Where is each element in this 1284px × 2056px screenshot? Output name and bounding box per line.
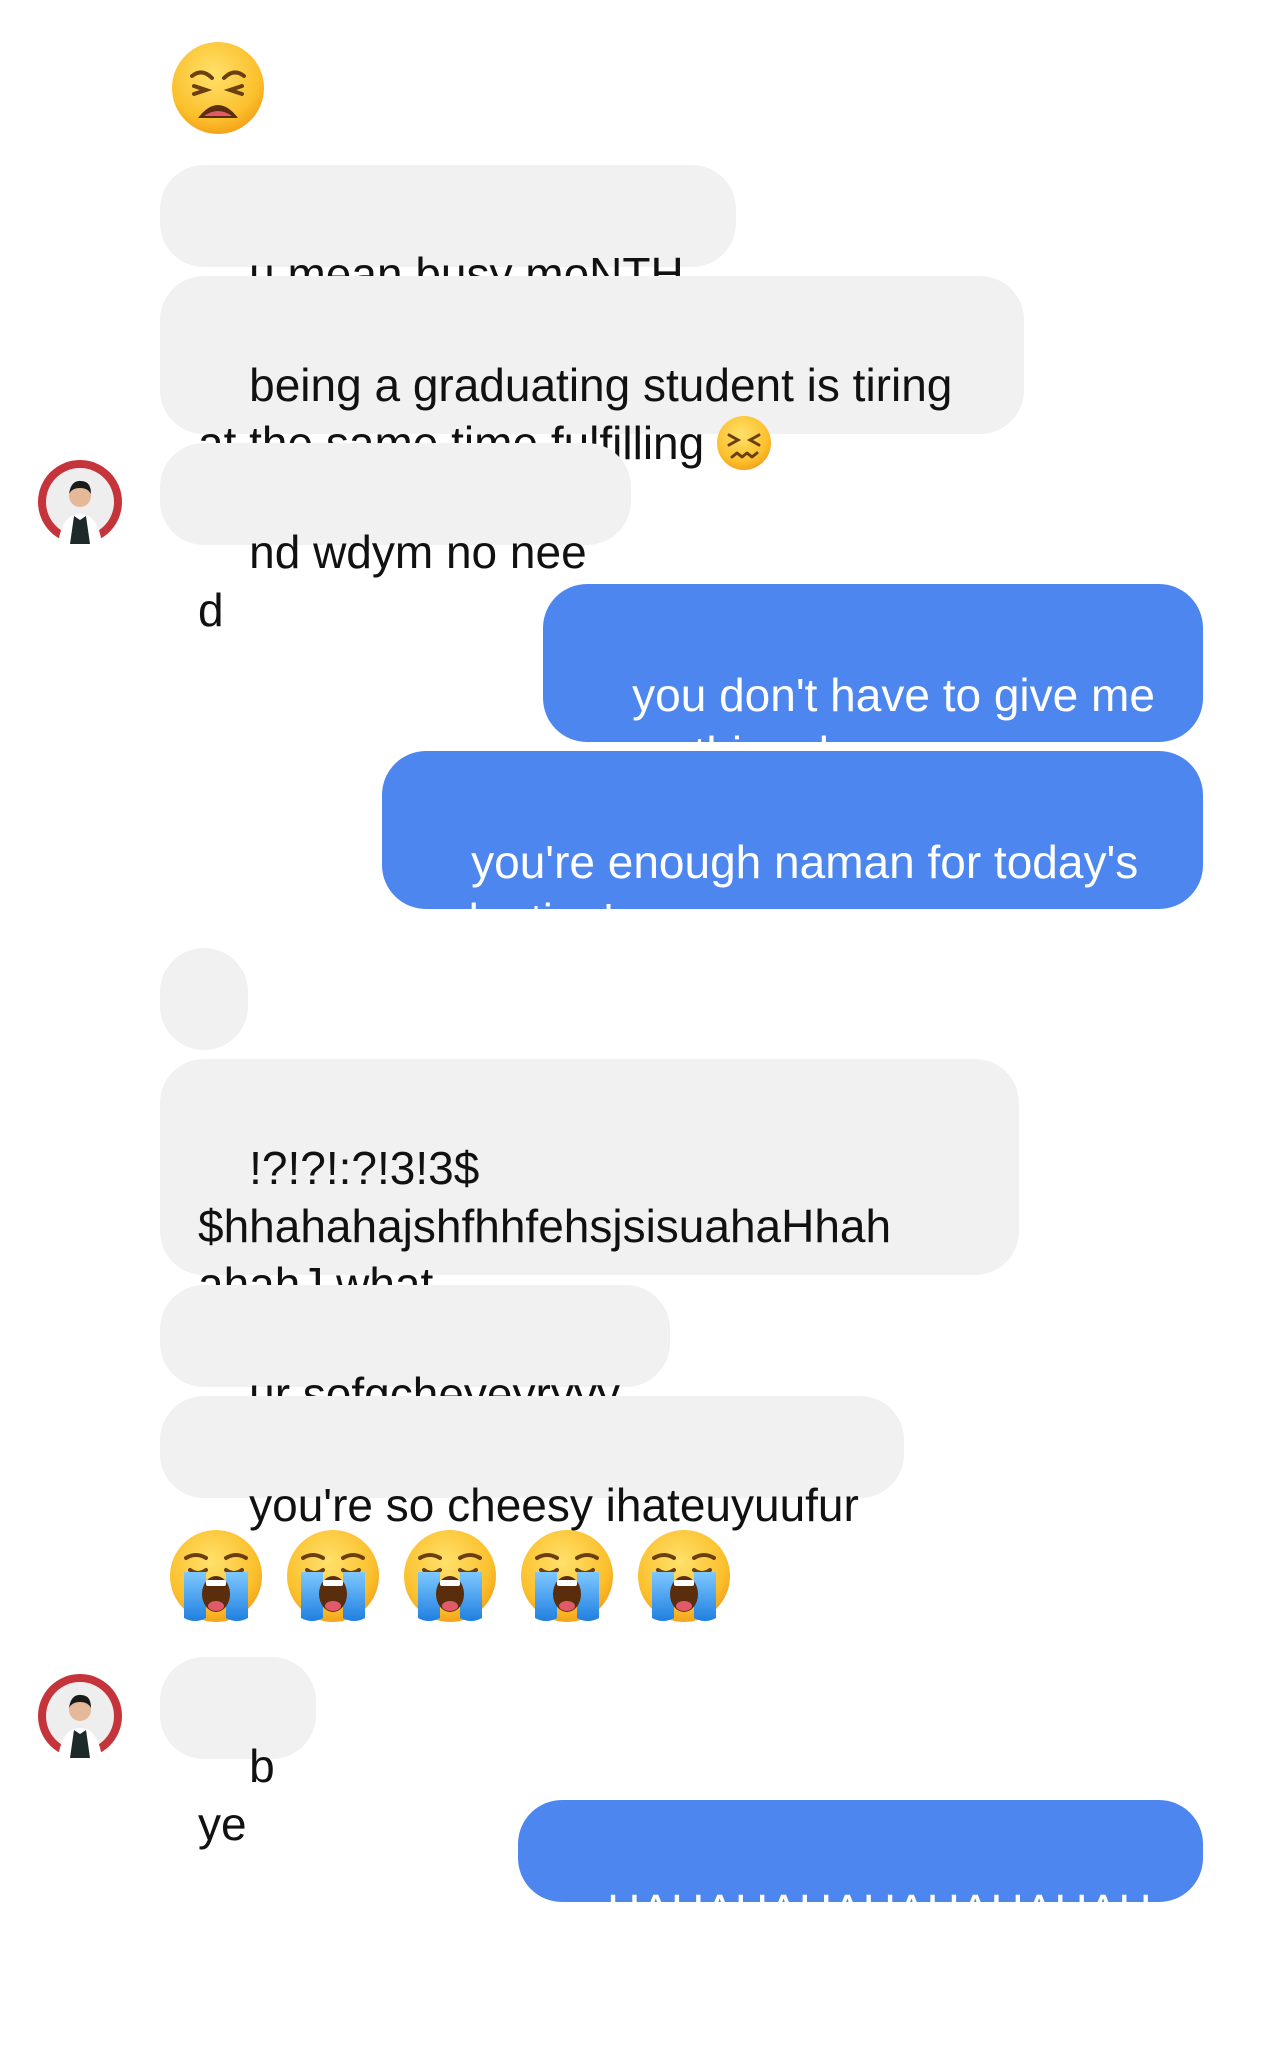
outgoing-message[interactable]: you don't have to give me something, lov… — [543, 584, 1203, 779]
message-text: you're enough naman for today's valentin… — [420, 836, 1139, 946]
avatar-icon — [38, 460, 122, 544]
incoming-message[interactable]: ur sofgcheyeyryyyy — [160, 1285, 670, 1478]
outgoing-message[interactable]: you're enough naman for today's valentin… — [382, 751, 1203, 946]
message-text: nd wdym no need — [198, 526, 587, 636]
loudly-crying-face-emoji — [168, 1528, 264, 1629]
emoji-row[interactable] — [168, 1528, 738, 1628]
loudly-crying-face-emoji — [285, 1528, 381, 1629]
weary-face-icon — [172, 42, 264, 134]
incoming-message[interactable]: !?!?!:?!3!3$ $hhahahajshfhhfehsjsisuahaH… — [160, 1059, 1019, 1310]
contact-avatar[interactable] — [38, 1674, 122, 1758]
incoming-message[interactable]: being a graduating student is tiring at … — [160, 276, 1024, 470]
incoming-message[interactable]: nd wdym no need — [160, 443, 631, 636]
chat-thread: u mean busy moNTHS being a graduating st… — [0, 0, 1284, 1995]
message-text: you're so cheesy ihateuyuufur — [249, 1479, 859, 1531]
loudly-crying-face-icon — [170, 1530, 262, 1622]
message-text: bye — [198, 1740, 275, 1850]
weary-face-emoji[interactable] — [170, 40, 266, 136]
incoming-message[interactable]: you're so cheesy ihateuyuufur — [160, 1396, 904, 1531]
contact-avatar[interactable] — [38, 460, 122, 544]
incoming-message[interactable]: . — [160, 948, 248, 1141]
message-text: HAHAHAHAHAHAHAHAHA — [556, 1885, 1152, 1995]
loudly-crying-face-icon — [404, 1530, 496, 1622]
incoming-message[interactable]: u mean busy moNTHS — [160, 165, 736, 358]
confounded-face-icon — [717, 415, 772, 470]
loudly-crying-face-emoji — [519, 1528, 615, 1629]
loudly-crying-face-icon — [638, 1530, 730, 1622]
loudly-crying-face-icon — [521, 1530, 613, 1622]
loudly-crying-face-emoji — [402, 1528, 498, 1629]
loudly-crying-face-icon — [287, 1530, 379, 1622]
avatar-icon — [38, 1674, 122, 1758]
incoming-message[interactable]: bye — [160, 1657, 316, 1850]
outgoing-message[interactable]: HAHAHAHAHAHAHAHAHA — [518, 1800, 1203, 1995]
loudly-crying-face-emoji — [636, 1528, 732, 1629]
